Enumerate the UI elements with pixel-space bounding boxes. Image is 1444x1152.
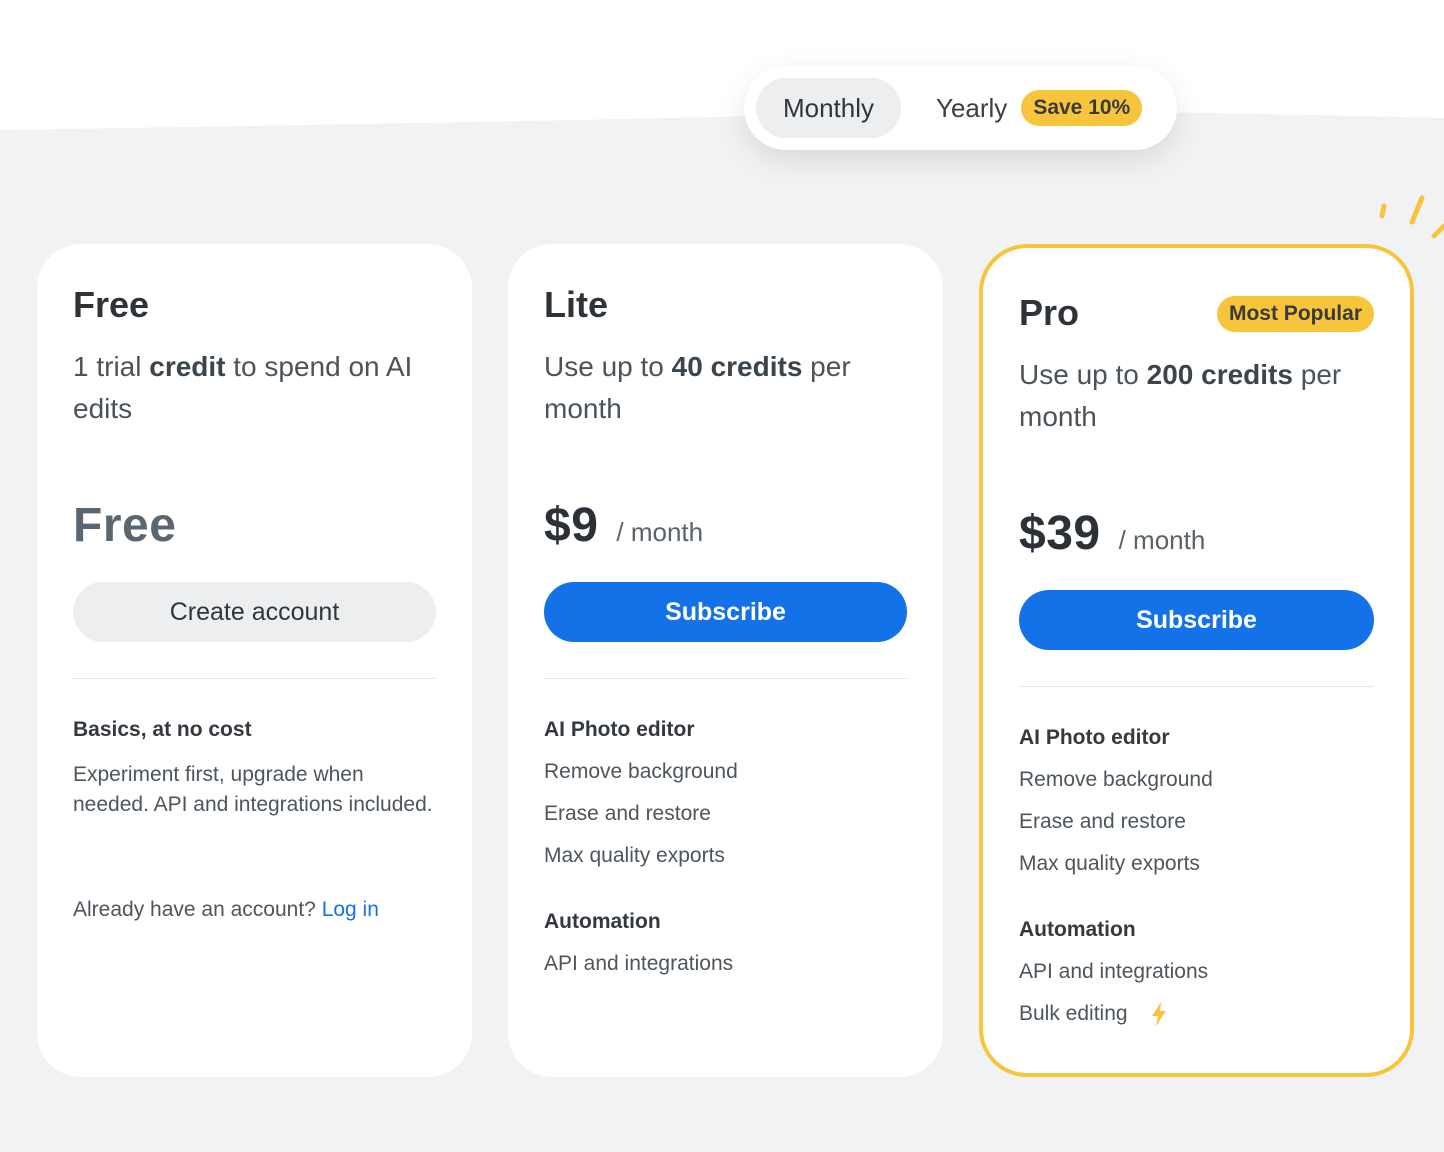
most-popular-badge: Most Popular [1216,296,1374,332]
price-period: / month [616,517,704,547]
login-prompt-text: Already have an account? [73,898,316,921]
plan-description: Use up to 40 credits per month [544,351,851,424]
plan-price: $9 [544,499,599,552]
price-row: $39 / month [1019,506,1205,561]
plan-description: 1 trial credit to spend on AI edits [73,351,413,424]
plan-name: Free [73,284,150,325]
toggle-monthly[interactable]: Monthly [756,78,901,138]
feature-item-bulk-editing: Bulk editing [1019,1002,1167,1027]
subscribe-button[interactable]: Subscribe [544,582,907,642]
lightning-bolt-icon [1152,1002,1167,1027]
subscribe-button[interactable]: Subscribe [1019,590,1374,650]
billing-period-toggle: Monthly Yearly Save 10% [744,66,1177,150]
login-link[interactable]: Log in [322,898,379,921]
divider [544,678,907,679]
plan-description: Use up to 200 credits per month [1019,359,1342,432]
price-row: Free [73,498,176,553]
feature-item: Max quality exports [1019,852,1200,875]
divider [1019,686,1374,687]
section-title: Basics, at no cost [73,718,252,741]
create-account-button[interactable]: Create account [73,582,436,642]
feature-item: Erase and restore [544,802,711,825]
login-prompt: Already have an account? Log in [73,898,379,922]
plan-name: Pro [1019,292,1080,333]
feature-item: Remove background [1019,768,1213,791]
feature-item: Max quality exports [544,844,725,867]
divider [73,678,436,679]
feature-item: API and integrations [544,952,734,975]
section-title: AI Photo editor [544,718,695,741]
toggle-yearly[interactable]: Yearly Save 10% [936,78,1143,138]
plan-card-free: Free 1 trial credit to spend on AI edits… [37,244,472,1077]
feature-item: Erase and restore [1019,810,1186,833]
plan-price: $39 [1019,507,1101,560]
header-background-wave [0,0,1444,130]
section-text: Experiment first, upgrade when needed. A… [73,763,433,816]
section-title: Automation [544,910,661,933]
save-badge: Save 10% [1021,90,1143,126]
plan-card-lite: Lite Use up to 40 credits per month $9 /… [508,244,943,1077]
plan-card-pro: Pro Most Popular Use up to 200 credits p… [979,244,1414,1077]
price-period: / month [1118,525,1206,555]
section-title: AI Photo editor [1019,726,1170,749]
feature-item: API and integrations [1019,960,1209,983]
plan-name: Lite [544,284,609,325]
section-title: Automation [1019,918,1136,941]
plan-price: Free [73,499,177,552]
sparkle-decoration-icon [1379,195,1444,239]
feature-item: Remove background [544,760,738,783]
toggle-yearly-label: Yearly [936,92,1008,123]
feature-label: Bulk editing [1019,1002,1128,1025]
price-row: $9 / month [544,498,703,553]
